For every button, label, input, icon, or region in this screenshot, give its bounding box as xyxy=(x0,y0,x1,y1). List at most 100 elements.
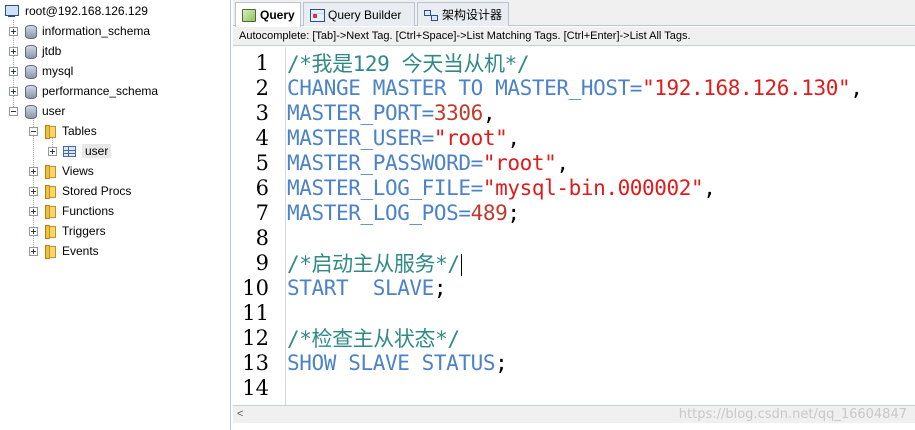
line-number: 14 xyxy=(242,375,269,400)
token-kw: MASTER_PORT= xyxy=(287,100,434,125)
editor-line[interactable]: 2 CHANGE MASTER TO MASTER_HOST="192.168.1… xyxy=(233,75,915,100)
tree-folder-events[interactable]: Events xyxy=(29,241,99,261)
tree-folder-stored-procs[interactable]: Stored Procs xyxy=(29,181,131,201)
line-number: 9 xyxy=(255,250,269,275)
tab-schema-designer[interactable]: 架构设计器 xyxy=(417,2,509,26)
token-plain: ; xyxy=(495,350,508,375)
folder-icon xyxy=(44,204,56,219)
editor-line[interactable]: 8 xyxy=(233,225,915,250)
database-icon xyxy=(24,84,37,99)
db-label: jtdb xyxy=(42,44,62,58)
folder-label: Triggers xyxy=(62,224,106,238)
editor-line[interactable]: 5 MASTER_PASSWORD="root", xyxy=(233,150,915,175)
expand-plus-icon[interactable] xyxy=(29,226,38,236)
expand-plus-icon[interactable] xyxy=(29,166,38,176)
folder-icon xyxy=(44,164,56,179)
code-text: MASTER_PASSWORD="root", xyxy=(287,151,569,175)
token-kw: START SLAVE xyxy=(287,275,434,300)
tree-folder-functions[interactable]: Functions xyxy=(29,201,114,221)
expand-plus-icon[interactable] xyxy=(9,86,18,96)
token-kw: CHANGE MASTER TO MASTER_HOST= xyxy=(287,75,643,100)
object-browser-tree: root@192.168.126.129 information_schema … xyxy=(0,0,231,430)
tree-folder-tables[interactable]: Tables xyxy=(29,121,97,141)
tree-db-user[interactable]: user xyxy=(9,101,65,121)
sql-editor[interactable]: 1 /*我是129 今天当从机*/ 2 CHANGE MASTER TO MASTER… xyxy=(233,47,915,405)
editor-line[interactable]: 10 START SLAVE; xyxy=(233,275,915,300)
expand-plus-icon[interactable] xyxy=(9,26,18,36)
server-connection-icon xyxy=(4,4,20,18)
horizontal-scrollbar[interactable]: < https://blog.csdn.net/qq_16604847 xyxy=(233,405,915,423)
code-text: MASTER_LOG_FILE="mysql-bin.000002", xyxy=(287,176,716,200)
token-kw: MASTER_LOG_FILE= xyxy=(287,175,483,200)
expand-plus-icon[interactable] xyxy=(48,146,57,156)
folder-icon xyxy=(44,184,56,199)
database-icon xyxy=(24,104,37,119)
editor-line[interactable]: 13 SHOW SLAVE STATUS; xyxy=(233,350,915,375)
db-label: user xyxy=(42,104,66,118)
tab-query-builder[interactable]: Query Builder xyxy=(303,2,415,26)
tree-db-information-schema[interactable]: information_schema xyxy=(9,21,150,41)
editor-line[interactable]: 12 /*检查主从状态*/ xyxy=(233,325,915,351)
line-number: 1 xyxy=(255,50,269,75)
collapse-minus-icon[interactable] xyxy=(9,106,18,116)
expand-plus-icon[interactable] xyxy=(29,186,38,196)
folder-label: Functions xyxy=(62,204,115,218)
tab-query[interactable]: Query xyxy=(235,2,301,27)
code-text: /*我是129 今天当从机*/ xyxy=(287,48,530,78)
table-icon xyxy=(63,145,76,157)
folder-label: Stored Procs xyxy=(62,184,132,198)
expand-plus-icon[interactable] xyxy=(9,66,18,76)
editor-line[interactable]: 11 xyxy=(233,300,915,325)
tree-folder-triggers[interactable]: Triggers xyxy=(29,221,106,241)
tree-table-user[interactable]: user xyxy=(48,141,112,161)
tree-db-performance-schema[interactable]: performance_schema xyxy=(9,81,158,101)
editor-tab-bar: Query Query Builder 架构设计器 xyxy=(233,0,915,27)
line-number: 12 xyxy=(242,325,269,350)
editor-line[interactable]: 14 xyxy=(233,375,915,400)
folder-label: Events xyxy=(62,244,99,258)
code-text: MASTER_PORT=3306, xyxy=(287,100,496,125)
line-number: 6 xyxy=(255,175,269,200)
folder-label: Tables xyxy=(62,124,97,138)
token-kw: MASTER_USER= xyxy=(287,125,434,150)
token-str: "mysql-bin.000002" xyxy=(482,175,704,200)
token-str: "192.168.126.130" xyxy=(642,75,851,100)
code-text: MASTER_USER="root", xyxy=(287,126,520,150)
text-caret xyxy=(460,253,462,276)
query-builder-icon xyxy=(310,8,325,22)
token-kw: SHOW SLAVE STATUS xyxy=(287,350,496,375)
root-connection-label: root@192.168.126.129 xyxy=(25,4,148,18)
code-text: SHOW SLAVE STATUS; xyxy=(287,350,508,375)
editor-line[interactable]: 4 MASTER_USER="root", xyxy=(233,125,915,150)
tree-db-jtdb[interactable]: jtdb xyxy=(9,41,61,61)
editor-line[interactable]: 9 /*启动主从服务*/ xyxy=(233,250,915,276)
expand-plus-icon[interactable] xyxy=(29,246,38,256)
line-number: 4 xyxy=(255,125,269,150)
editor-line[interactable]: 3 MASTER_PORT=3306, xyxy=(233,100,915,125)
autocomplete-hint-bar: Autocomplete: [Tab]->Next Tag. [Ctrl+Spa… xyxy=(233,27,915,46)
token-plain: , xyxy=(703,175,716,200)
token-str: "root" xyxy=(433,125,508,150)
editor-line[interactable]: 7 MASTER_LOG_POS=489; xyxy=(233,200,915,225)
schema-designer-icon xyxy=(424,9,438,21)
db-label: performance_schema xyxy=(42,84,159,98)
editor-line[interactable]: 1 /*我是129 今天当从机*/ xyxy=(233,48,915,78)
table-label: user xyxy=(82,144,112,158)
db-label: information_schema xyxy=(42,24,151,38)
token-plain: , xyxy=(482,100,496,125)
scroll-left-arrow-icon[interactable]: < xyxy=(237,408,249,421)
collapse-minus-icon[interactable] xyxy=(29,126,38,136)
tree-folder-views[interactable]: Views xyxy=(29,161,94,181)
line-number: 8 xyxy=(255,225,269,250)
editor-line[interactable]: 6 MASTER_LOG_FILE="mysql-bin.000002", xyxy=(233,175,915,200)
line-number: 13 xyxy=(242,350,269,375)
line-number: 10 xyxy=(242,275,269,300)
expand-plus-icon[interactable] xyxy=(29,206,38,216)
expand-plus-icon[interactable] xyxy=(9,46,18,56)
autocomplete-hint-text: Autocomplete: [Tab]->Next Tag. [Ctrl+Spa… xyxy=(239,30,691,42)
tree-root-connection[interactable]: root@192.168.126.129 xyxy=(4,1,148,21)
tree-db-mysql[interactable]: mysql xyxy=(9,61,73,81)
folder-icon xyxy=(44,224,56,239)
token-cmt: /*我是129 今天当从机*/ xyxy=(287,51,530,76)
folder-icon xyxy=(44,124,56,139)
